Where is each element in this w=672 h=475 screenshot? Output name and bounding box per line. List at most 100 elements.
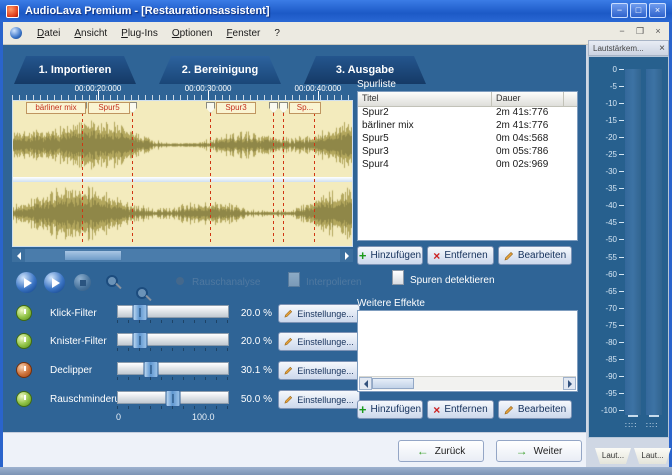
close-button[interactable]: ×: [649, 3, 666, 18]
spurliste-add-button[interactable]: +Hinzufügen: [357, 246, 423, 265]
meter-tab-1[interactable]: Laut...: [595, 448, 631, 464]
filter-power-toggle[interactable]: [16, 362, 32, 378]
minimize-button[interactable]: −: [611, 3, 628, 18]
play-button[interactable]: [16, 272, 37, 293]
effects-scrollbar-thumb[interactable]: [372, 378, 414, 389]
mdi-restore-icon[interactable]: ❐: [634, 26, 646, 37]
scroll-left-icon[interactable]: [359, 377, 372, 390]
track-marker-flag[interactable]: [269, 102, 278, 113]
meter-scale-tick: [619, 308, 624, 309]
menu-item-optionen[interactable]: Optionen: [165, 25, 220, 42]
cell-dauer: 0m 04s:568: [492, 133, 572, 146]
effects-edit-button[interactable]: Bearbeiten: [498, 400, 572, 419]
table-row[interactable]: Spur50m 04s:568: [358, 133, 577, 146]
meter-scale-tick: [619, 120, 624, 121]
tab-bereinigung[interactable]: 2. Bereinigung: [159, 56, 281, 84]
effects-scrollbar[interactable]: [359, 376, 576, 390]
rauschanalyse-button[interactable]: Rauschanalyse: [192, 277, 260, 288]
next-button[interactable]: →Weiter: [496, 440, 582, 462]
table-row[interactable]: bärliner mix2m 41s:776: [358, 120, 577, 133]
menu-bar: DateiAnsichtPlug-InsOptionenFenster? − ❐…: [0, 22, 672, 45]
menu-item-datei[interactable]: Datei: [30, 25, 67, 42]
stop-button[interactable]: [74, 274, 91, 291]
filter-value: 30.1 %: [232, 365, 272, 376]
column-header-titel[interactable]: Titel: [358, 92, 492, 106]
menu-item-ansicht[interactable]: Ansicht: [67, 25, 114, 42]
filter-settings-button[interactable]: Einstellunge...: [278, 361, 360, 380]
track-label[interactable]: bärliner mix: [26, 102, 86, 114]
spurliste-remove-button[interactable]: ×Entfernen: [427, 246, 494, 265]
filter-power-toggle[interactable]: [16, 305, 32, 321]
filter-row: Knister-Filter20.0 %Einstellunge...: [12, 331, 357, 355]
track-list[interactable]: Titel Dauer Spur22m 41s:776bärliner mix2…: [357, 91, 578, 241]
table-row[interactable]: Spur22m 41s:776: [358, 107, 577, 120]
app-window: AudioLava Premium - [Restaurationsassist…: [0, 0, 672, 475]
scroll-right-icon[interactable]: [563, 377, 576, 390]
track-marker-flag[interactable]: [279, 102, 288, 113]
meter-close-icon[interactable]: ×: [659, 43, 665, 54]
filter-settings-button[interactable]: Einstellunge...: [278, 390, 360, 409]
scroll-left-icon[interactable]: [12, 249, 25, 262]
table-row[interactable]: Spur30m 05s:786: [358, 146, 577, 159]
spuren-detektieren-icon: [392, 270, 404, 285]
track-boundary-line: [210, 113, 211, 245]
meter-scale-tick: [619, 205, 624, 206]
menu-item-?[interactable]: ?: [267, 25, 287, 42]
meter-scale-tick: [619, 291, 624, 292]
zoom-in-icon[interactable]: [106, 275, 118, 287]
filter-settings-button[interactable]: Einstellunge...: [278, 332, 360, 351]
filter-power-toggle[interactable]: [16, 391, 32, 407]
interpolieren-button[interactable]: Interpolieren: [306, 277, 362, 288]
spurliste-title: Spurliste: [357, 79, 396, 90]
meter-panel-header[interactable]: Lautstärkem... ×: [588, 40, 669, 56]
meter-tab-2[interactable]: Laut...: [634, 448, 671, 464]
back-button[interactable]: ←Zurück: [398, 440, 484, 462]
track-label[interactable]: Spur5: [88, 102, 130, 114]
effects-list[interactable]: [357, 310, 578, 392]
slider-thumb[interactable]: [144, 361, 159, 378]
slider-ticks: [117, 377, 229, 380]
spuren-detektieren-button[interactable]: Spuren detektieren: [410, 275, 495, 286]
track-list-header[interactable]: Titel Dauer: [358, 92, 577, 107]
filter-slider[interactable]: [117, 305, 229, 318]
filter-slider[interactable]: [117, 333, 229, 346]
waveform-scrollbar-thumb[interactable]: [64, 250, 122, 261]
zoom-out-icon[interactable]: [136, 287, 148, 299]
slider-ticks: [117, 348, 229, 351]
track-label[interactable]: Sp...: [289, 102, 321, 114]
timeline-ruler[interactable]: 00:00:20:00000:00:30:00000:00:40:000: [12, 85, 353, 100]
meter-min-dash-left: [628, 415, 638, 417]
spurliste-edit-button[interactable]: Bearbeiten: [498, 246, 572, 265]
menu-item-fenster[interactable]: Fenster: [219, 25, 267, 42]
play-selection-button[interactable]: [44, 272, 65, 293]
menu-item-plugins[interactable]: Plug-Ins: [114, 25, 165, 42]
filter-row: Rauschminderun50.0 %Einstellunge...: [12, 389, 357, 413]
waveform-panel[interactable]: bärliner mixSpur5 Spur3 Sp...: [12, 100, 353, 247]
filter-power-toggle[interactable]: [16, 333, 32, 349]
maximize-button[interactable]: □: [630, 3, 647, 18]
plus-icon: +: [359, 405, 367, 415]
effects-remove-button[interactable]: ×Entfernen: [427, 400, 494, 419]
slider-thumb[interactable]: [133, 304, 148, 321]
effects-add-button[interactable]: +Hinzufügen: [357, 400, 423, 419]
tab-importieren[interactable]: 1. Importieren: [14, 56, 136, 84]
track-marker-flag[interactable]: [206, 102, 215, 113]
waveform-channel-right[interactable]: [13, 182, 352, 245]
filter-label: Knister-Filter: [50, 336, 107, 347]
filter-slider[interactable]: [117, 362, 229, 375]
mdi-minimize-icon[interactable]: −: [616, 26, 628, 37]
filter-settings-button[interactable]: Einstellunge...: [278, 304, 360, 323]
slider-thumb[interactable]: [133, 332, 148, 349]
meter-scale-tick: [619, 222, 624, 223]
meter-scale-tick: [619, 171, 624, 172]
table-row[interactable]: Spur40m 02s:969: [358, 159, 577, 172]
waveform-channel-left[interactable]: [13, 113, 352, 177]
mdi-close-icon[interactable]: ×: [652, 26, 664, 37]
slider-thumb[interactable]: [166, 390, 181, 407]
track-label[interactable]: Spur3: [216, 102, 256, 114]
waveform-scrollbar[interactable]: [12, 249, 353, 262]
scroll-right-icon[interactable]: [340, 249, 353, 262]
filter-slider[interactable]: [117, 391, 229, 404]
meter-leds-left: ∷∷: [625, 421, 637, 430]
column-header-dauer[interactable]: Dauer: [492, 92, 564, 106]
